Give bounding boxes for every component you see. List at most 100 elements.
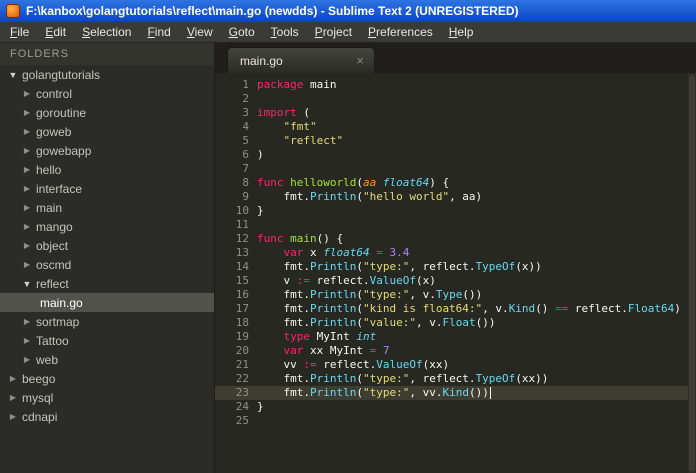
code-line-6[interactable]: 6) [215,148,696,162]
menu-view[interactable]: View [179,23,221,41]
tab-close-icon[interactable]: × [352,53,368,68]
line-number: 19 [235,330,249,343]
code-line-11[interactable]: 11 [215,218,696,232]
window-title: F:\kanbox\golangtutorials\reflect\main.g… [26,4,519,18]
folder-control[interactable]: ▶ control [0,84,214,103]
tree-item-label: mysql [22,390,54,405]
expand-arrow-icon[interactable]: ▶ [22,336,32,345]
line-number: 15 [235,274,249,287]
collapse-arrow-icon[interactable]: ▼ [8,70,18,80]
tree-item-label: beego [22,371,56,386]
folder-goroutine[interactable]: ▶ goroutine [0,103,214,122]
code-line-5[interactable]: 5 "reflect" [215,134,696,148]
code-line-21[interactable]: 21 vv := reflect.ValueOf(xx) [215,358,696,372]
scrollbar-thumb[interactable] [689,75,695,471]
code-text: v := reflect.ValueOf(x) [257,274,436,287]
line-number: 8 [242,176,249,189]
folder-tattoo[interactable]: ▶ Tattoo [0,331,214,350]
expand-arrow-icon[interactable]: ▶ [8,374,18,383]
tab-main-go[interactable]: main.go × [227,47,375,73]
line-number: 10 [235,204,249,217]
code-line-16[interactable]: 16 fmt.Println("type:", v.Type()) [215,288,696,302]
expand-arrow-icon[interactable]: ▶ [22,317,32,326]
menu-preferences[interactable]: Preferences [360,23,441,41]
line-number: 3 [242,106,249,119]
code-line-23[interactable]: 23 fmt.Println("type:", vv.Kind()) [215,386,696,400]
code-line-7[interactable]: 7 [215,162,696,176]
folder-interface[interactable]: ▶ interface [0,179,214,198]
folder-mysql[interactable]: ▶ mysql [0,388,214,407]
main-layout: FOLDERS ▼ golangtutorials ▶ control ▶ gorouti… [0,43,696,473]
expand-arrow-icon[interactable]: ▶ [22,165,32,174]
expand-arrow-icon[interactable]: ▶ [22,184,32,193]
code-text: fmt.Println("type:", reflect.TypeOf(x)) [257,260,542,273]
code-text: "reflect" [283,134,344,147]
folder-web[interactable]: ▶ web [0,350,214,369]
menu-bar: File Edit Selection Find View Goto Tools Projec… [0,22,696,43]
expand-arrow-icon[interactable]: ▶ [8,393,18,402]
expand-arrow-icon[interactable]: ▶ [8,412,18,421]
sidebar: FOLDERS ▼ golangtutorials ▶ control ▶ gorouti… [0,43,215,473]
code-line-8[interactable]: 8 func helloworld(aa float64) { [215,176,696,190]
expand-arrow-icon[interactable]: ▶ [22,203,32,212]
code-text: import ( [257,106,310,119]
menu-tools[interactable]: Tools [263,23,307,41]
folder-object[interactable]: ▶ object [0,236,214,255]
folder-beego[interactable]: ▶ beego [0,369,214,388]
collapse-arrow-icon[interactable]: ▼ [22,279,32,289]
code-line-15[interactable]: 15 v := reflect.ValueOf(x) [215,274,696,288]
folder-hello[interactable]: ▶ hello [0,160,214,179]
code-line-22[interactable]: 22 fmt.Println("type:", reflect.TypeOf(x… [215,372,696,386]
expand-arrow-icon[interactable]: ▶ [22,260,32,269]
code-text: } [257,400,264,413]
folder-main[interactable]: ▶ main [0,198,214,217]
expand-arrow-icon[interactable]: ▶ [22,355,32,364]
menu-selection[interactable]: Selection [74,23,139,41]
code-line-24[interactable]: 24} [215,400,696,414]
folder-gowebapp[interactable]: ▶ gowebapp [0,141,214,160]
line-number: 22 [235,372,249,385]
scrollbar-track[interactable] [688,73,696,473]
folder-mango[interactable]: ▶ mango [0,217,214,236]
code-line-14[interactable]: 14 fmt.Println("type:", reflect.TypeOf(x… [215,260,696,274]
code-line-10[interactable]: 10} [215,204,696,218]
expand-arrow-icon[interactable]: ▶ [22,146,32,155]
menu-help[interactable]: Help [441,23,482,41]
folder-cdnapi[interactable]: ▶ cdnapi [0,407,214,426]
file-main.go[interactable]: main.go [0,293,214,312]
folder-reflect[interactable]: ▼ reflect [0,274,214,293]
folder-golangtutorials[interactable]: ▼ golangtutorials [0,65,214,84]
line-number: 25 [235,414,249,427]
expand-arrow-icon[interactable]: ▶ [22,222,32,231]
folder-goweb[interactable]: ▶ goweb [0,122,214,141]
code-text: func helloworld(aa float64) { [257,176,450,189]
expand-arrow-icon[interactable]: ▶ [22,241,32,250]
tree-item-label: mango [36,219,73,234]
menu-project[interactable]: Project [307,23,360,41]
menu-file[interactable]: File [2,23,37,41]
menu-goto[interactable]: Goto [221,23,263,41]
code-line-9[interactable]: 9 fmt.Println("hello world", aa) [215,190,696,204]
code-line-3[interactable]: 3 import ( [215,106,696,120]
code-line-17[interactable]: 17 fmt.Println("kind is float64:", v.Kin… [215,302,696,316]
code-line-12[interactable]: 12 func main() { [215,232,696,246]
menu-find[interactable]: Find [139,23,178,41]
code-line-18[interactable]: 18 fmt.Println("value:", v.Float()) [215,316,696,330]
code-line-2[interactable]: 2 [215,92,696,106]
folder-sortmap[interactable]: ▶ sortmap [0,312,214,331]
code-line-1[interactable]: 1 package main [215,78,696,92]
code-line-20[interactable]: 20 var xx MyInt = 7 [215,344,696,358]
expand-arrow-icon[interactable]: ▶ [22,108,32,117]
code-line-13[interactable]: 13 var x float64 = 3.4 [215,246,696,260]
sublime-text-icon [6,4,20,18]
code-line-25[interactable]: 25 [215,414,696,428]
code-text: "fmt" [283,120,317,133]
code-line-19[interactable]: 19 type MyInt int [215,330,696,344]
line-number: 5 [242,134,249,147]
folder-oscmd[interactable]: ▶ oscmd [0,255,214,274]
code-area[interactable]: 1 package main 2 3 import (4 "fmt" 5 "reflect… [215,73,696,473]
menu-edit[interactable]: Edit [37,23,74,41]
expand-arrow-icon[interactable]: ▶ [22,89,32,98]
code-line-4[interactable]: 4 "fmt" [215,120,696,134]
expand-arrow-icon[interactable]: ▶ [22,127,32,136]
